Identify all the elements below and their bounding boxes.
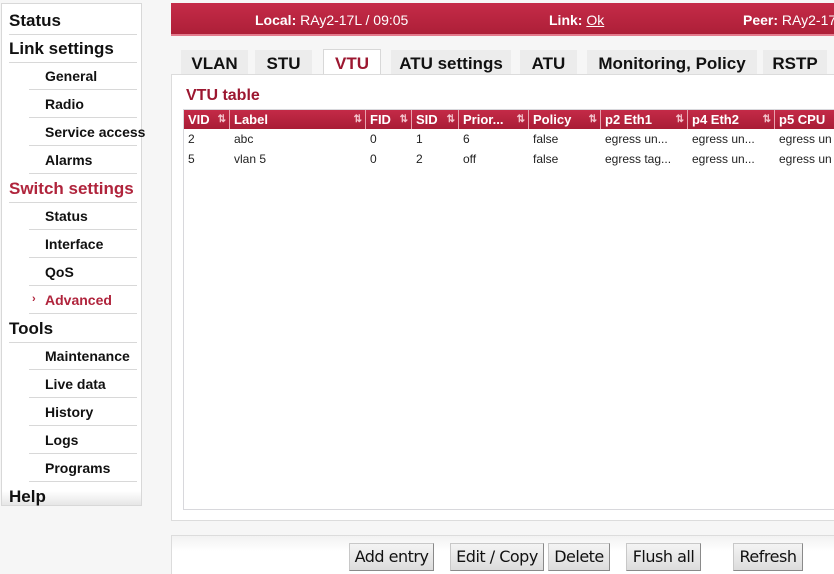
- sort-icon[interactable]: ⇅: [763, 110, 771, 129]
- cell-policy: false: [533, 152, 559, 166]
- refresh-button[interactable]: Refresh: [733, 543, 803, 571]
- sidebar-item-status[interactable]: Status: [9, 7, 137, 35]
- cell-label: vlan 5: [234, 152, 267, 166]
- active-arrow-icon: ›: [32, 293, 36, 305]
- cell-label: abc: [234, 132, 254, 146]
- column-header-priority[interactable]: Prior... ⇅: [459, 110, 529, 129]
- column-header-p2-eth1[interactable]: p2 Eth1 ⇅: [601, 110, 688, 129]
- column-label: SID: [416, 112, 438, 127]
- sort-icon[interactable]: ⇅: [400, 110, 408, 129]
- column-label: VID: [188, 112, 210, 127]
- link-status: Link: Ok: [549, 12, 604, 28]
- column-label: Label: [234, 112, 268, 127]
- tab-rstp[interactable]: RSTP: [763, 50, 827, 74]
- table-row[interactable]: 5 vlan 5 0 2 off false egress tag... egr…: [184, 149, 834, 169]
- sidebar-item-alarms[interactable]: Alarms: [29, 147, 137, 174]
- sidebar-item-history[interactable]: History: [29, 399, 137, 426]
- tab-stu[interactable]: STU: [255, 50, 312, 74]
- delete-button[interactable]: Delete: [548, 543, 610, 571]
- cell-vid: 5: [188, 152, 195, 166]
- flush-all-button[interactable]: Flush all: [626, 543, 701, 571]
- sidebar-item-switch-status[interactable]: Status: [29, 203, 137, 230]
- sort-icon[interactable]: ⇅: [218, 110, 226, 129]
- cell-p5-cpu: egress un: [779, 152, 832, 166]
- sidebar-nav: Status Link settings General Radio Servi…: [1, 3, 145, 506]
- sidebar-item-qos[interactable]: QoS: [29, 259, 137, 286]
- local-label: Local:: [255, 12, 297, 28]
- peer-label: Peer:: [743, 12, 779, 28]
- sidebar-item-advanced[interactable]: › Advanced: [29, 287, 137, 314]
- sidebar-item-help[interactable]: Help: [9, 483, 137, 510]
- tab-vtu[interactable]: VTU: [323, 49, 381, 75]
- sort-icon[interactable]: ⇅: [517, 110, 525, 129]
- column-header-fid[interactable]: FID ⇅: [366, 110, 412, 129]
- local-status: Local: RAy2-17L / 09:05: [255, 12, 408, 28]
- cell-priority: off: [463, 152, 477, 166]
- sidebar-item-radio[interactable]: Radio: [29, 91, 137, 118]
- cell-fid: 0: [370, 132, 377, 146]
- column-label: FID: [370, 112, 391, 127]
- sidebar-item-link-settings[interactable]: Link settings: [9, 35, 137, 63]
- sort-icon[interactable]: ⇅: [354, 110, 362, 129]
- tab-atu[interactable]: ATU: [520, 50, 577, 74]
- cell-p2-eth1: egress tag...: [605, 152, 672, 166]
- sidebar-item-tools[interactable]: Tools: [9, 315, 137, 343]
- column-header-label[interactable]: Label ⇅: [230, 110, 366, 129]
- tab-atu-settings[interactable]: ATU settings: [391, 50, 511, 74]
- sidebar-item-interface[interactable]: Interface: [29, 231, 137, 258]
- column-label: p2 Eth1: [605, 112, 652, 127]
- column-label: Prior...: [463, 112, 504, 127]
- sidebar-item-general[interactable]: General: [29, 63, 137, 90]
- column-header-sid[interactable]: SID ⇅: [412, 110, 459, 129]
- sidebar-item-service-access[interactable]: Service access: [29, 119, 145, 146]
- column-label: p4 Eth2: [692, 112, 739, 127]
- sidebar-item-logs[interactable]: Logs: [29, 427, 137, 454]
- peer-status: Peer: RAy2-17: [743, 12, 834, 28]
- cell-policy: false: [533, 132, 559, 146]
- table-row[interactable]: 2 abc 0 1 6 false egress un... egress un…: [184, 129, 834, 149]
- table-header: VID ⇅ Label ⇅ FID ⇅ SID ⇅ Prior... ⇅ Policy ⇅ …: [184, 110, 834, 129]
- cell-sid: 1: [416, 132, 423, 146]
- add-entry-button[interactable]: Add entry: [349, 543, 434, 571]
- cell-p4-eth2: egress un...: [692, 152, 755, 166]
- sort-icon[interactable]: ⇅: [676, 110, 684, 129]
- cell-sid: 2: [416, 152, 423, 166]
- peer-value: RAy2-17: [781, 12, 834, 28]
- cell-fid: 0: [370, 152, 377, 166]
- status-header-bar: Local: RAy2-17L / 09:05 Link: Ok Peer: R…: [171, 3, 834, 36]
- column-header-p4-eth2[interactable]: p4 Eth2 ⇅: [688, 110, 775, 129]
- edit-copy-button[interactable]: Edit / Copy: [450, 543, 544, 571]
- sort-icon[interactable]: ⇅: [589, 110, 597, 129]
- tab-vlan[interactable]: VLAN: [181, 50, 248, 74]
- local-value: RAy2-17L / 09:05: [300, 12, 409, 28]
- cell-vid: 2: [188, 132, 195, 146]
- sidebar-item-switch-settings[interactable]: Switch settings: [9, 175, 137, 203]
- vtu-table-title: VTU table: [186, 87, 260, 104]
- cell-p5-cpu: egress un: [779, 132, 832, 146]
- sidebar-item-advanced-label: Advanced: [45, 292, 112, 308]
- sort-icon[interactable]: ⇅: [447, 110, 455, 129]
- column-label: Policy: [533, 112, 572, 127]
- column-header-policy[interactable]: Policy ⇅: [529, 110, 601, 129]
- column-header-vid[interactable]: VID ⇅: [184, 110, 230, 129]
- column-label: p5 CPU: [779, 112, 826, 127]
- link-label: Link:: [549, 12, 583, 28]
- sidebar-item-maintenance[interactable]: Maintenance: [29, 343, 137, 370]
- sidebar-item-live-data[interactable]: Live data: [29, 371, 137, 398]
- vtu-panel: VTU table VID ⇅ Label ⇅ FID ⇅ SID ⇅ Prior...…: [171, 74, 834, 521]
- tab-monitoring-policy[interactable]: Monitoring, Policy: [587, 50, 757, 74]
- column-header-p5-cpu[interactable]: p5 CPU: [775, 110, 834, 129]
- cell-p2-eth1: egress un...: [605, 132, 668, 146]
- vtu-table: VID ⇅ Label ⇅ FID ⇅ SID ⇅ Prior... ⇅ Policy ⇅ …: [183, 109, 834, 510]
- sidebar-item-programs[interactable]: Programs: [29, 455, 137, 482]
- link-ok-link[interactable]: Ok: [586, 12, 604, 28]
- cell-p4-eth2: egress un...: [692, 132, 755, 146]
- cell-priority: 6: [463, 132, 470, 146]
